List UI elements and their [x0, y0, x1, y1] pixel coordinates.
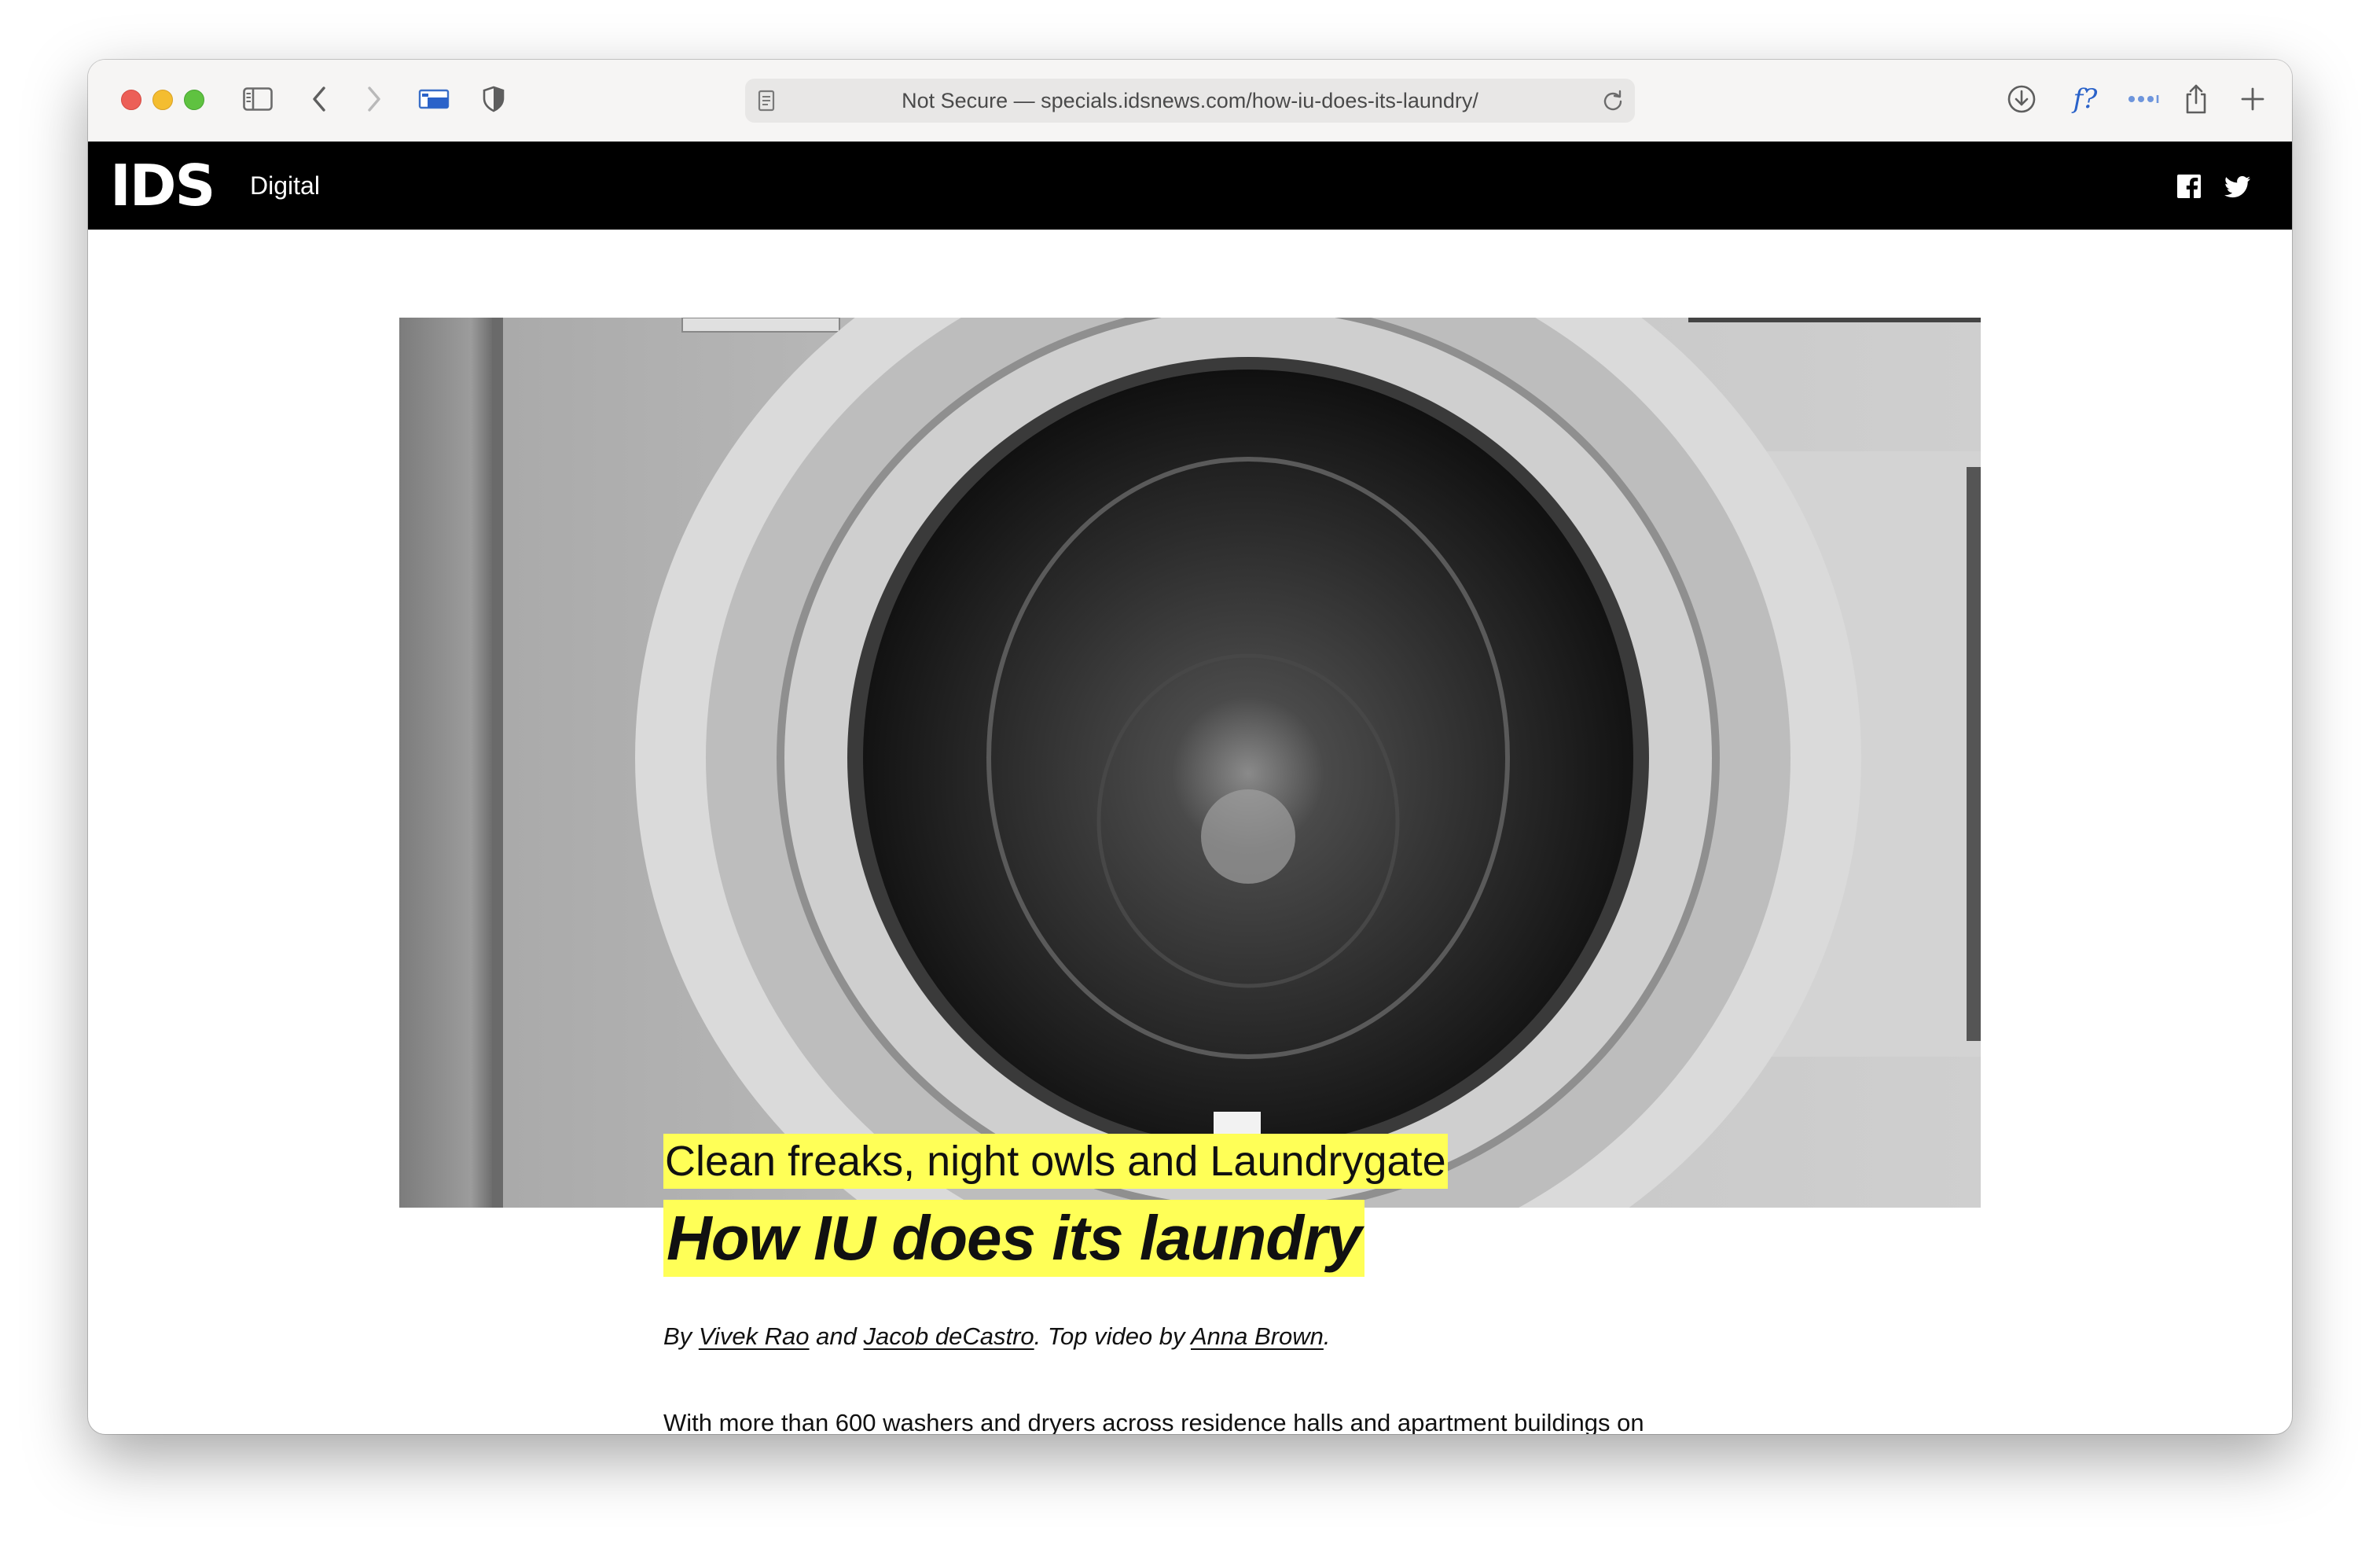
twitter-icon[interactable] [2224, 173, 2251, 200]
privacy-shield-icon[interactable] [478, 83, 509, 115]
maximize-window-button[interactable] [184, 90, 204, 110]
download-icon[interactable] [2006, 83, 2037, 115]
sidebar-icon[interactable] [242, 83, 274, 115]
byline-by: By [663, 1322, 692, 1350]
address-bar[interactable]: Not Secure — specials.idsnews.com/how-iu… [745, 79, 1635, 123]
author-link-jacob-decastro[interactable]: Jacob deCastro [864, 1322, 1034, 1350]
close-window-button[interactable] [121, 90, 141, 110]
byline-and: and [816, 1322, 857, 1350]
reload-icon[interactable] [1602, 90, 1624, 116]
article-headline: How IU does its laundry [663, 1200, 1364, 1277]
byline-video-prefix: . Top video by [1034, 1322, 1185, 1350]
browser-toolbar: Not Secure — specials.idsnews.com/how-iu… [88, 60, 2292, 142]
back-icon[interactable] [303, 83, 335, 115]
facebook-icon[interactable] [2176, 173, 2202, 200]
author-link-vivek-rao[interactable]: Vivek Rao [699, 1322, 810, 1350]
article-kicker: Clean freaks, night owls and Laundrygate [663, 1134, 1448, 1189]
section-label[interactable]: Digital [250, 170, 320, 201]
more-icon[interactable] [2124, 83, 2163, 115]
extension-icon[interactable] [418, 83, 450, 115]
font-extension-icon[interactable]: f? [2064, 83, 2106, 115]
byline: By Vivek Rao and Jacob deCastro. Top vid… [663, 1319, 1331, 1354]
article-body-first-line: With more than 600 washers and dryers ac… [663, 1409, 1644, 1434]
minimize-window-button[interactable] [152, 90, 173, 110]
browser-window: Not Secure — specials.idsnews.com/how-iu… [88, 60, 2292, 1434]
site-header: IDS Digital [88, 142, 2292, 230]
headline-container: How IU does its laundry [663, 1200, 1364, 1277]
byline-end: . [1323, 1322, 1331, 1350]
author-link-anna-brown[interactable]: Anna Brown [1191, 1322, 1324, 1350]
washing-machine-image [399, 318, 1981, 1208]
url-text: Not Secure — specials.idsnews.com/how-iu… [902, 89, 1478, 112]
kicker-container: Clean freaks, night owls and Laundrygate [663, 1134, 1448, 1189]
forward-icon[interactable] [358, 83, 390, 115]
hero-video-washing-machine[interactable] [399, 318, 1981, 1208]
share-icon[interactable] [2180, 83, 2212, 115]
new-tab-icon[interactable] [2237, 83, 2268, 115]
ids-logo[interactable]: IDS [110, 153, 215, 219]
